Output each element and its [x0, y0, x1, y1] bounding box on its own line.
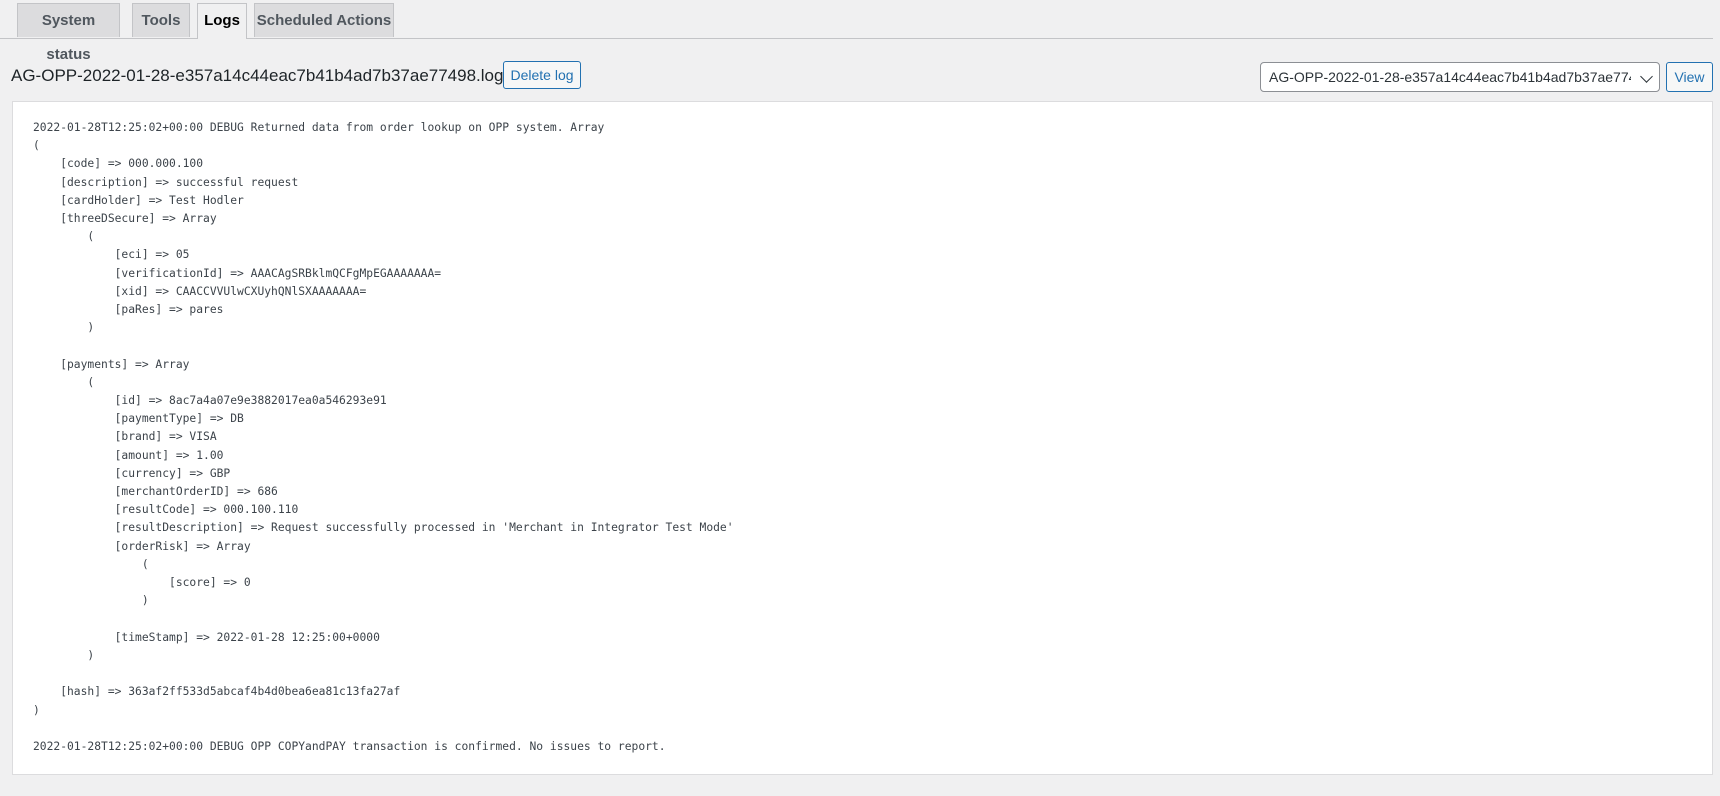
log-file-select-value: AG-OPP-2022-01-28-e357a14c44eac7b41b4ad7… [1269, 69, 1631, 85]
tab-tools[interactable]: Tools [132, 3, 190, 37]
tab-logs[interactable]: Logs [197, 3, 247, 39]
chevron-down-icon [1640, 70, 1653, 83]
log-content: 2022-01-28T12:25:02+00:00 DEBUG Returned… [33, 121, 734, 753]
delete-log-button[interactable]: Delete log [503, 61, 581, 89]
log-file-title: AG-OPP-2022-01-28-e357a14c44eac7b41b4ad7… [11, 66, 504, 85]
tab-system-status[interactable]: System status [17, 3, 120, 63]
log-viewer[interactable]: 2022-01-28T12:25:02+00:00 DEBUG Returned… [12, 101, 1713, 775]
tab-scheduled-actions[interactable]: Scheduled Actions [254, 3, 394, 37]
log-file-select[interactable]: AG-OPP-2022-01-28-e357a14c44eac7b41b4ad7… [1260, 62, 1660, 92]
nav-tab-wrapper: System status Tools Logs Scheduled Actio… [0, 0, 1713, 63]
view-button[interactable]: View [1666, 62, 1713, 92]
